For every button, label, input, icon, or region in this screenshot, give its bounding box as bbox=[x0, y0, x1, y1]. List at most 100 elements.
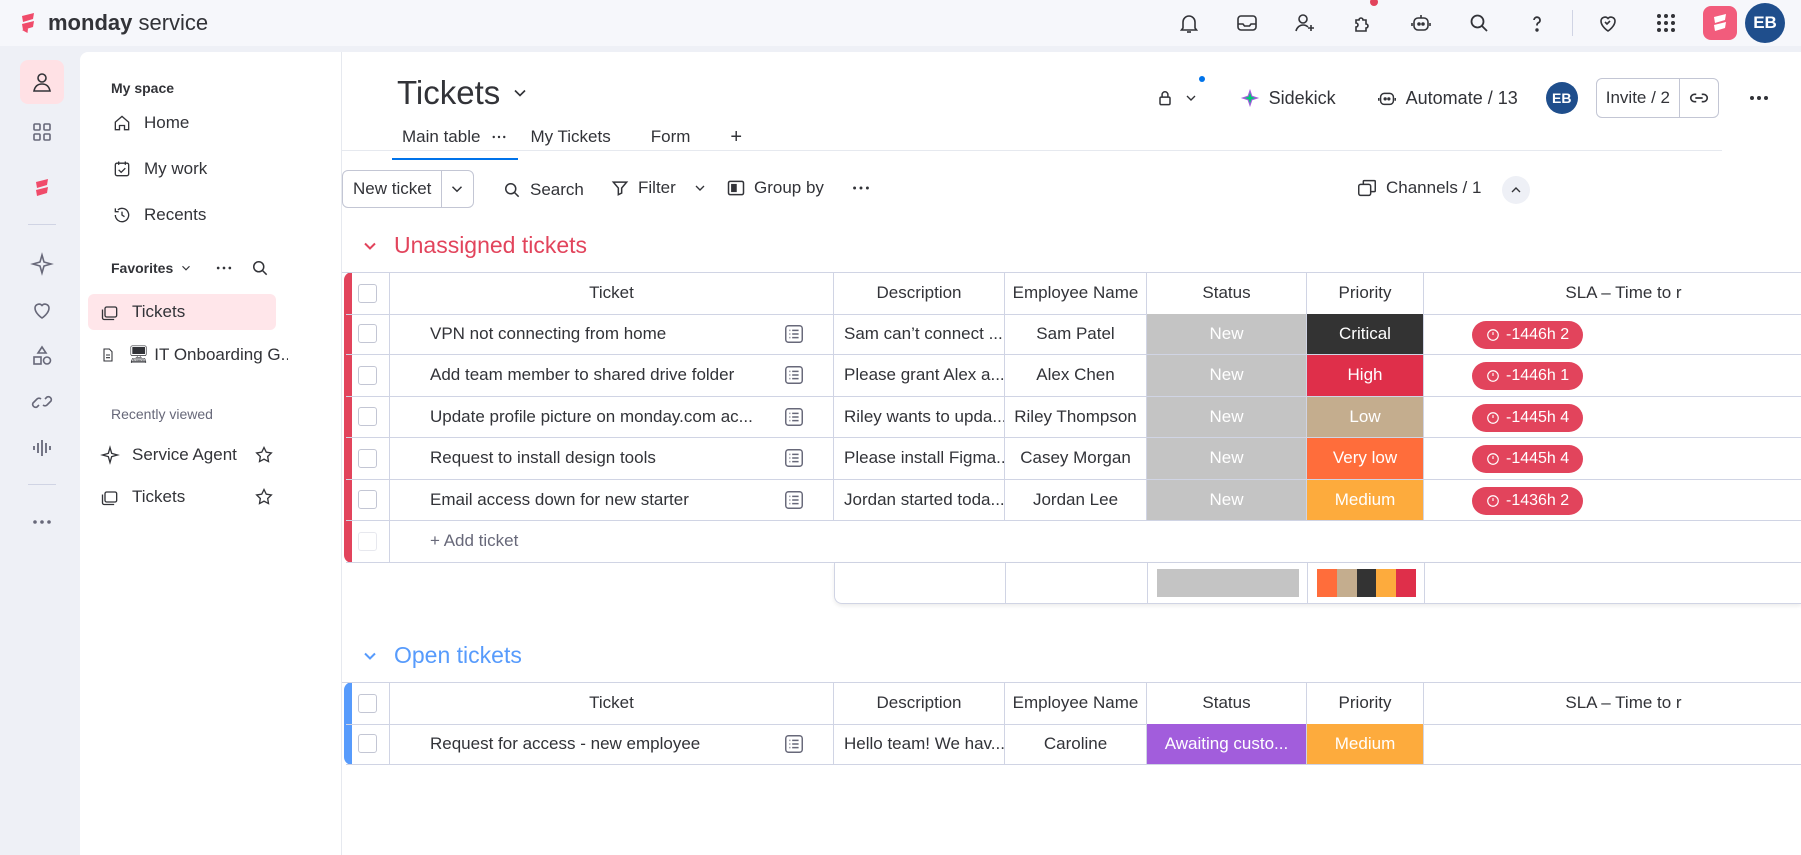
description-cell[interactable]: Jordan started toda... bbox=[834, 479, 1005, 521]
inbox-icon[interactable] bbox=[1218, 0, 1276, 46]
select-all-checkbox[interactable] bbox=[358, 283, 377, 303]
priority-cell[interactable]: High bbox=[1307, 355, 1424, 397]
invite-button[interactable]: Invite / 2 bbox=[1597, 79, 1680, 117]
tab-more-icon[interactable] bbox=[490, 128, 508, 146]
filter-button[interactable]: Filter bbox=[610, 168, 708, 208]
favorites-header[interactable]: Favorites bbox=[111, 260, 301, 276]
sidebar-item-tickets-recent[interactable]: Tickets bbox=[88, 476, 284, 518]
priority-summary-bar[interactable] bbox=[1317, 568, 1416, 597]
open-item-updates-icon[interactable] bbox=[783, 364, 805, 386]
row-checkbox[interactable] bbox=[358, 365, 377, 385]
employee-cell[interactable]: Riley Thompson bbox=[1005, 396, 1147, 438]
collapse-toolbar-button[interactable] bbox=[1502, 176, 1530, 204]
bell-icon[interactable] bbox=[1160, 0, 1218, 46]
ticket-cell[interactable]: Update profile picture on monday.com ac.… bbox=[390, 396, 834, 438]
table-row[interactable]: Add team member to shared drive folder Pl… bbox=[342, 355, 1801, 397]
row-checkbox[interactable] bbox=[358, 734, 377, 754]
description-cell[interactable]: Please install Figma... bbox=[834, 438, 1005, 480]
ticket-name[interactable]: Add team member to shared drive folder bbox=[430, 365, 734, 385]
priority-cell[interactable]: Medium bbox=[1307, 479, 1424, 521]
select-all-checkbox[interactable] bbox=[358, 693, 377, 713]
sidebar-item-tickets[interactable]: Tickets bbox=[88, 294, 276, 330]
tab-my-tickets[interactable]: My Tickets bbox=[520, 114, 620, 160]
ticket-cell[interactable]: VPN not connecting from home bbox=[390, 313, 834, 355]
employee-cell[interactable]: Caroline bbox=[1005, 723, 1147, 765]
group-by-button[interactable]: Group by bbox=[726, 168, 824, 208]
heart-check-icon[interactable] bbox=[20, 288, 64, 332]
user-avatar[interactable]: EB bbox=[1745, 3, 1785, 43]
status-cell[interactable]: Awaiting custo... bbox=[1147, 723, 1307, 765]
sla-cell[interactable]: -1446h 2 bbox=[1424, 314, 1801, 355]
star-icon[interactable] bbox=[254, 487, 274, 507]
star-icon[interactable] bbox=[254, 445, 274, 465]
row-checkbox[interactable] bbox=[358, 490, 377, 510]
favorites-more-icon[interactable] bbox=[214, 258, 234, 283]
row-select-cell[interactable] bbox=[346, 396, 390, 438]
sidebar-item-service-agent[interactable]: Service Agent bbox=[88, 434, 284, 476]
table-row[interactable]: Request for access - new employee Hello t… bbox=[342, 723, 1801, 765]
sidebar-item-it-onboarding[interactable]: 🖥 IT Onboarding G... bbox=[88, 334, 288, 376]
sla-cell[interactable]: -1436h 2 bbox=[1424, 480, 1801, 521]
status-cell[interactable]: New bbox=[1147, 479, 1307, 521]
sidebar-item-recents[interactable]: Recents bbox=[100, 194, 316, 236]
link-icon[interactable] bbox=[20, 380, 64, 424]
row-select-cell[interactable] bbox=[346, 723, 390, 765]
row-checkbox[interactable] bbox=[358, 407, 377, 427]
row-checkbox[interactable] bbox=[358, 448, 377, 468]
search-icon[interactable] bbox=[1450, 0, 1508, 46]
group-header-unassigned[interactable]: Unassigned tickets bbox=[360, 232, 587, 259]
add-view-button[interactable]: + bbox=[720, 114, 752, 160]
ticket-name[interactable]: Update profile picture on monday.com ac.… bbox=[430, 407, 753, 427]
sla-cell[interactable] bbox=[1424, 724, 1801, 765]
employee-cell[interactable]: Jordan Lee bbox=[1005, 479, 1147, 521]
app-logo[interactable]: monday service bbox=[16, 10, 208, 36]
board-member-avatar[interactable]: EB bbox=[1545, 82, 1578, 114]
description-cell[interactable]: Sam can’t connect ... bbox=[834, 313, 1005, 355]
priority-cell[interactable]: Low bbox=[1307, 396, 1424, 438]
product-switcher[interactable] bbox=[1695, 0, 1745, 46]
sidekick-button[interactable]: Sidekick bbox=[1239, 87, 1336, 109]
grid-icon[interactable] bbox=[1637, 0, 1695, 46]
service-product-icon[interactable] bbox=[20, 166, 64, 210]
add-ticket-button[interactable]: + Add ticket bbox=[430, 531, 518, 551]
ticket-name[interactable]: Request for access - new employee bbox=[430, 734, 700, 754]
ticket-cell[interactable]: Email access down for new starter bbox=[390, 479, 834, 521]
add-ticket-cell[interactable]: + Add ticket bbox=[390, 521, 1801, 563]
table-row[interactable]: Request to install design tools Please in… bbox=[342, 438, 1801, 480]
status-summary-bar[interactable] bbox=[1157, 568, 1299, 597]
employee-cell[interactable]: Casey Morgan bbox=[1005, 438, 1147, 480]
ticket-name[interactable]: VPN not connecting from home bbox=[430, 324, 666, 344]
priority-cell[interactable]: Medium bbox=[1307, 723, 1424, 765]
employee-cell[interactable]: Sam Patel bbox=[1005, 313, 1147, 355]
priority-cell[interactable]: Very low bbox=[1307, 438, 1424, 480]
open-item-updates-icon[interactable] bbox=[783, 323, 805, 345]
sidebar-item-my-work[interactable]: My work bbox=[100, 148, 316, 190]
sla-cell[interactable]: -1446h 1 bbox=[1424, 355, 1801, 397]
ticket-cell[interactable]: Request for access - new employee bbox=[390, 723, 834, 765]
open-item-updates-icon[interactable] bbox=[783, 447, 805, 469]
more-icon[interactable] bbox=[20, 500, 64, 544]
chevron-down-icon[interactable] bbox=[442, 180, 472, 198]
status-cell[interactable]: New bbox=[1147, 396, 1307, 438]
favorites-search-icon[interactable] bbox=[250, 258, 270, 283]
status-cell[interactable]: New bbox=[1147, 438, 1307, 480]
employee-cell[interactable]: Alex Chen bbox=[1005, 355, 1147, 397]
ticket-name[interactable]: Request to install design tools bbox=[430, 448, 656, 468]
search-button[interactable]: Search bbox=[502, 170, 584, 210]
description-cell[interactable]: Please grant Alex a... bbox=[834, 355, 1005, 397]
ai-robot-icon[interactable] bbox=[1392, 0, 1450, 46]
status-cell[interactable]: New bbox=[1147, 355, 1307, 397]
table-row[interactable]: Email access down for new starter Jordan … bbox=[342, 479, 1801, 521]
tab-form[interactable]: Form bbox=[641, 114, 701, 160]
tab-main-table[interactable]: Main table bbox=[392, 114, 519, 160]
ticket-name[interactable]: Email access down for new starter bbox=[430, 490, 689, 510]
board-title[interactable]: Tickets bbox=[397, 74, 530, 112]
voice-icon[interactable] bbox=[20, 426, 64, 470]
select-all-cell[interactable] bbox=[346, 683, 390, 725]
invite-member-icon[interactable] bbox=[1276, 0, 1334, 46]
my-space-icon[interactable] bbox=[20, 60, 64, 104]
sidebar-item-home[interactable]: Home bbox=[100, 102, 316, 144]
open-item-updates-icon[interactable] bbox=[783, 733, 805, 755]
board-privacy-button[interactable] bbox=[1155, 76, 1205, 108]
sla-cell[interactable]: -1445h 4 bbox=[1424, 397, 1801, 438]
